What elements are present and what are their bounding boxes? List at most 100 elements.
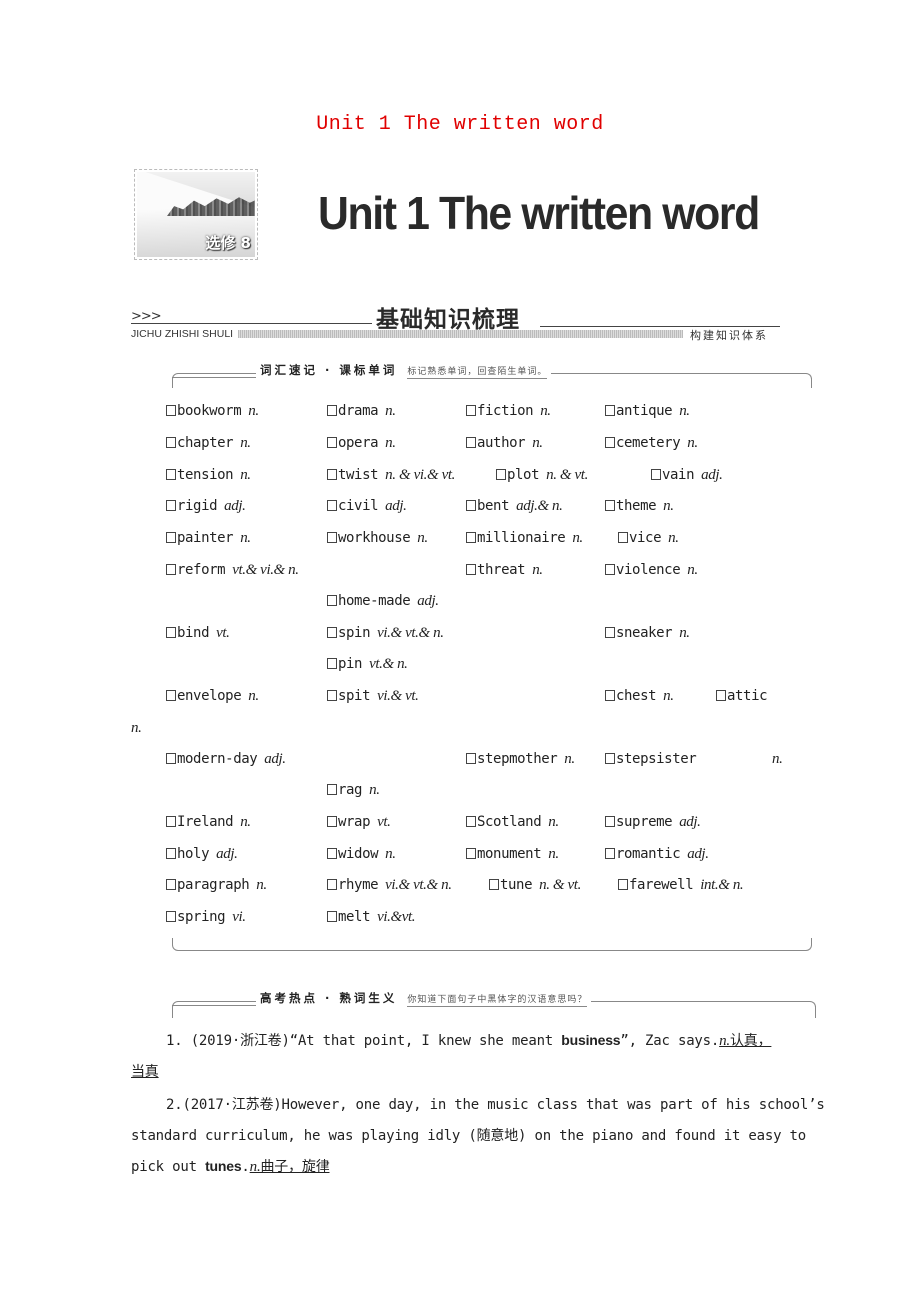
vocab-item: farewell int.& n. [618,877,744,894]
part-of-speech: n. [663,498,674,514]
example-text: ”, Zac says. [620,1033,720,1049]
checkbox-icon[interactable] [166,500,176,511]
checkbox-icon[interactable] [605,405,615,416]
checkbox-icon[interactable] [618,532,628,543]
vocab-item: millionaire n. [466,530,583,547]
checkbox-icon[interactable] [327,500,337,511]
vocab-word: threat [477,562,526,578]
vocab-item: rag n. [327,782,380,799]
example-text: “At that point, I knew she meant [289,1033,562,1049]
vocab-word: romantic [616,846,681,862]
vocab-word: cemetery [616,435,681,451]
checkbox-icon[interactable] [605,753,615,764]
checkbox-icon[interactable] [466,532,476,543]
vocab-item: holy adj. [166,846,238,863]
checkbox-icon[interactable] [605,437,615,448]
checkbox-icon[interactable] [166,437,176,448]
vocab-word: pin [338,656,363,672]
part-of-speech: n. [417,530,428,546]
vocab-item: Ireland n. [166,814,251,831]
vocab-word: supreme [616,814,673,830]
checkbox-icon[interactable] [327,405,337,416]
checkbox-icon[interactable] [166,627,176,638]
checkbox-icon[interactable] [166,753,176,764]
checkbox-icon[interactable] [327,848,337,859]
vocab-box-label: 词汇速记 · 课标单词 [260,363,398,377]
vocab-word: Ireland [177,814,234,830]
vocab-item: author n. [466,435,543,452]
checkbox-icon[interactable] [327,627,337,638]
vocab-word: widow [338,846,379,862]
checkbox-icon[interactable] [466,500,476,511]
checkbox-icon[interactable] [466,753,476,764]
checkbox-icon[interactable] [327,595,337,606]
vocab-item: modern-day adj. [166,751,286,768]
part-of-speech: n. [248,688,259,704]
checkbox-icon[interactable] [166,690,176,701]
part-of-speech: adj. [687,846,709,862]
vocab-word: home-made [338,593,411,609]
vocab-word: millionaire [477,530,566,546]
checkbox-icon[interactable] [716,690,726,701]
vocab-item: civil adj. [327,498,407,515]
checkbox-icon[interactable] [166,469,176,480]
checkbox-icon[interactable] [327,784,337,795]
checkbox-icon[interactable] [605,690,615,701]
checkbox-icon[interactable] [327,532,337,543]
checkbox-icon[interactable] [605,816,615,827]
checkbox-icon[interactable] [327,816,337,827]
vocab-item: painter n. [166,530,251,547]
part-of-speech: n. [540,403,551,419]
checkbox-icon[interactable] [651,469,661,480]
checkbox-icon[interactable] [466,816,476,827]
vocab-word: rag [338,782,363,798]
checkbox-icon[interactable] [466,437,476,448]
checkbox-icon[interactable] [466,564,476,575]
hot-box-header: 高考热点 · 熟词生义 你知道下面句子中黑体字的汉语意思吗？ [172,990,816,1007]
checkbox-icon[interactable] [489,879,499,890]
vocab-word: holy [177,846,210,862]
checkbox-icon[interactable] [166,848,176,859]
vocab-item: rhyme vi.& vt.& n. [327,877,452,894]
vocab-item: rigid adj. [166,498,246,515]
checkbox-icon[interactable] [327,469,337,480]
checkbox-icon[interactable] [466,848,476,859]
part-of-speech: n. [369,782,380,798]
checkbox-icon[interactable] [327,658,337,669]
checkbox-icon[interactable] [166,911,176,922]
example-number: 2. [166,1097,183,1113]
thumbnail-label: 选修 8 [205,234,251,252]
vocab-word: farewell [629,877,694,893]
checkbox-icon[interactable] [327,690,337,701]
vocab-item: twist n. & vi.& vt. [327,467,455,484]
section-rule-left [131,323,372,324]
example-keyword: tunes [205,1158,242,1174]
checkbox-icon[interactable] [605,848,615,859]
section-pinyin: JICHU ZHISHI SHULI [131,328,234,340]
vocab-item: romantic adj. [605,846,709,863]
checkbox-icon[interactable] [466,405,476,416]
part-of-speech: n. [564,751,575,767]
checkbox-icon[interactable] [166,564,176,575]
example-text: pick out [131,1159,206,1175]
checkbox-icon[interactable] [327,911,337,922]
part-of-speech: vi.& vt. [377,688,419,704]
checkbox-icon[interactable] [166,405,176,416]
checkbox-icon[interactable] [166,532,176,543]
vocab-item: melt vi.&vt. [327,909,416,926]
part-of-speech: vi.&vt. [377,909,416,925]
vocab-item: cemetery n. [605,435,698,452]
checkbox-icon[interactable] [496,469,506,480]
checkbox-icon[interactable] [327,879,337,890]
vocab-word: vice [629,530,662,546]
checkbox-icon[interactable] [605,500,615,511]
checkbox-icon[interactable] [605,627,615,638]
checkbox-icon[interactable] [166,816,176,827]
checkbox-icon[interactable] [605,564,615,575]
checkbox-icon[interactable] [166,879,176,890]
vocab-item: bookworm n. [166,403,259,420]
vocab-item: reform vt.& vi.& n. [166,562,299,579]
checkbox-icon[interactable] [618,879,628,890]
part-of-speech: adj. [216,846,238,862]
checkbox-icon[interactable] [327,437,337,448]
